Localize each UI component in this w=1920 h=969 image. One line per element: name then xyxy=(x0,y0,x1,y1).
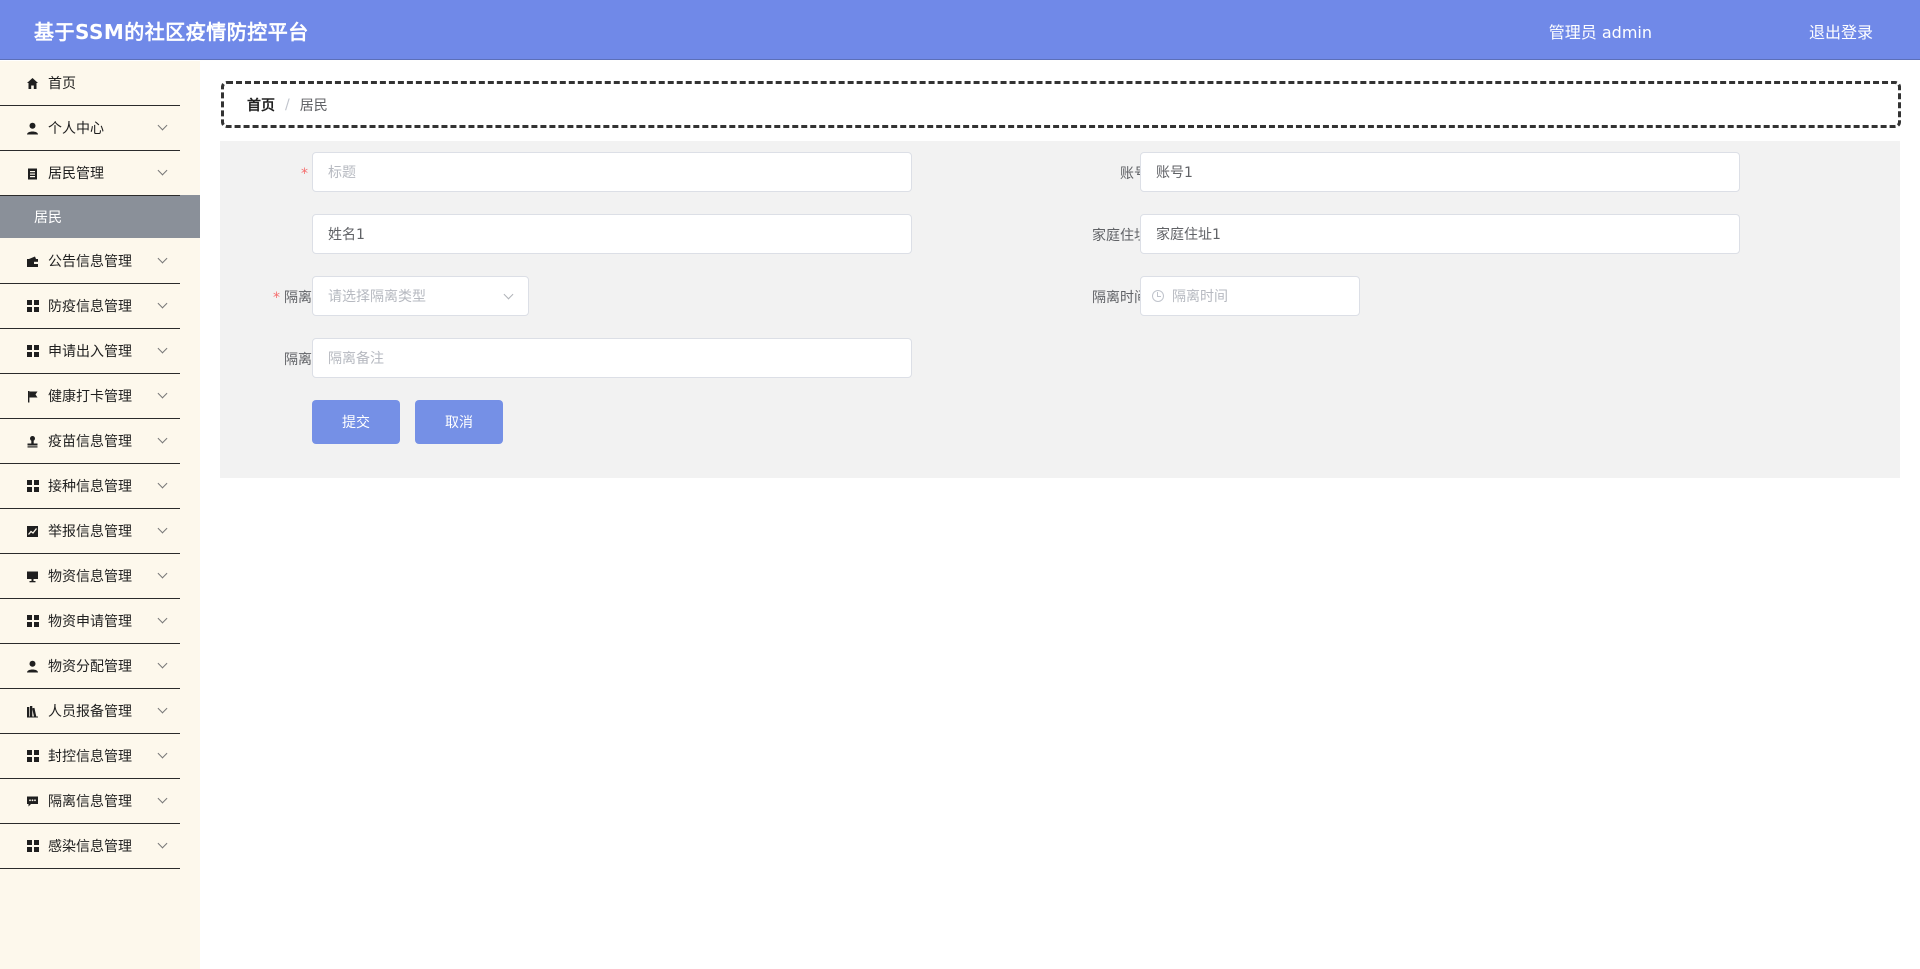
sidebar-item-label: 个人中心 xyxy=(48,121,104,137)
chevron-down-icon xyxy=(157,658,168,669)
sidebar-item-personnel-report[interactable]: 人员报备管理 xyxy=(0,689,180,734)
sidebar-item-lockdown-info[interactable]: 封控信息管理 xyxy=(0,734,180,779)
chevron-down-icon xyxy=(157,478,168,489)
sidebar-item-infection-info[interactable]: 感染信息管理 xyxy=(0,824,180,869)
stamp-icon xyxy=(26,435,39,448)
chevron-down-icon xyxy=(157,165,168,176)
sidebar-item-label: 封控信息管理 xyxy=(48,749,132,765)
sidebar-item-report-management[interactable]: 举报信息管理 xyxy=(0,509,180,554)
chevron-down-icon xyxy=(157,523,168,534)
address-input[interactable]: 家庭住址1 xyxy=(1140,214,1740,254)
chevron-down-icon xyxy=(157,568,168,579)
required-mark: * xyxy=(301,166,308,182)
sidebar-item-label: 物资信息管理 xyxy=(48,569,132,585)
home-icon xyxy=(26,77,39,90)
chevron-down-icon xyxy=(157,343,168,354)
sidebar-item-home[interactable]: 首页 xyxy=(0,61,180,106)
chevron-down-icon xyxy=(157,120,168,131)
clock-icon xyxy=(1152,290,1164,302)
chevron-down-icon xyxy=(157,613,168,624)
sidebar-item-label: 人员报备管理 xyxy=(48,704,132,720)
sidebar-item-supplies-application[interactable]: 物资申请管理 xyxy=(0,599,180,644)
breadcrumb-home[interactable]: 首页 xyxy=(247,95,275,115)
app-title: 基于SSM的社区疫情防控平台 xyxy=(34,20,309,44)
flag-icon xyxy=(26,390,39,403)
sidebar-item-label: 物资申请管理 xyxy=(48,614,132,630)
sidebar-item-prevention-management[interactable]: 防疫信息管理 xyxy=(0,284,180,329)
sidebar-item-label: 隔离信息管理 xyxy=(48,794,132,810)
sidebar-item-label: 首页 xyxy=(48,76,76,92)
wallet-icon xyxy=(26,255,39,268)
account-label: 账号 xyxy=(1120,166,1148,182)
chevron-down-icon xyxy=(157,298,168,309)
grid-icon xyxy=(26,300,39,313)
chevron-down-icon xyxy=(157,838,168,849)
address-label: 家庭住址 xyxy=(1092,228,1148,244)
grid-icon xyxy=(26,480,39,493)
quarantine-time-picker[interactable]: 隔离时间 xyxy=(1140,276,1360,316)
chevron-down-icon xyxy=(157,703,168,714)
top-bar: 基于SSM的社区疫情防控平台 管理员 admin 退出登录 xyxy=(0,0,1920,60)
sidebar-item-label: 举报信息管理 xyxy=(48,524,132,540)
breadcrumb-separator: / xyxy=(285,96,290,113)
cancel-button[interactable]: 取消 xyxy=(415,400,503,444)
sidebar-item-supplies-info[interactable]: 物资信息管理 xyxy=(0,554,180,599)
sidebar-subitem-label: 居民 xyxy=(34,209,62,226)
submit-button[interactable]: 提交 xyxy=(312,400,400,444)
name-input[interactable]: 姓名1 xyxy=(312,214,912,254)
required-mark: * xyxy=(273,290,280,306)
title-input[interactable]: 标题 xyxy=(312,152,912,192)
account-input[interactable]: 账号1 xyxy=(1140,152,1740,192)
sidebar-item-notice-management[interactable]: 公告信息管理 xyxy=(0,239,180,284)
current-user: 管理员 admin xyxy=(1548,23,1652,42)
quarantine-type-select[interactable]: 请选择隔离类型 xyxy=(312,276,529,316)
select-placeholder: 请选择隔离类型 xyxy=(328,289,426,305)
clipboard-icon xyxy=(26,167,39,180)
sidebar-item-label: 申请出入管理 xyxy=(48,344,132,360)
sidebar-item-vaccine-management[interactable]: 疫苗信息管理 xyxy=(0,419,180,464)
sidebar-subitem-resident[interactable]: 居民 xyxy=(0,195,200,238)
sidebar-item-access-application[interactable]: 申请出入管理 xyxy=(0,329,180,374)
books-icon xyxy=(26,705,39,718)
sidebar-item-health-checkin[interactable]: 健康打卡管理 xyxy=(0,374,180,419)
chevron-down-icon xyxy=(157,388,168,399)
sidebar-item-label: 防疫信息管理 xyxy=(48,299,132,315)
sidebar: 首页 个人中心 居民管理 居民 公告信息管理 防疫信息管理 申请出入管理 健康打… xyxy=(0,61,200,969)
chevron-down-icon xyxy=(157,433,168,444)
chevron-down-icon xyxy=(157,793,168,804)
user-icon xyxy=(26,122,39,135)
sidebar-item-supplies-allocation[interactable]: 物资分配管理 xyxy=(0,644,180,689)
breadcrumb: 首页 / 居民 xyxy=(221,81,1901,128)
sidebar-item-label: 物资分配管理 xyxy=(48,659,132,675)
sidebar-item-vaccination-management[interactable]: 接种信息管理 xyxy=(0,464,180,509)
chart-icon xyxy=(26,525,39,538)
chevron-down-icon xyxy=(157,748,168,759)
grid-icon xyxy=(26,750,39,763)
chevron-down-icon xyxy=(503,289,514,300)
sidebar-item-label: 接种信息管理 xyxy=(48,479,132,495)
sidebar-item-resident-management[interactable]: 居民管理 xyxy=(0,151,180,196)
logout-button[interactable]: 退出登录 xyxy=(1809,19,1873,43)
grid-icon xyxy=(26,840,39,853)
grid-icon xyxy=(26,345,39,358)
sidebar-item-personal-center[interactable]: 个人中心 xyxy=(0,106,180,151)
sidebar-item-label: 健康打卡管理 xyxy=(48,389,132,405)
sidebar-item-label: 公告信息管理 xyxy=(48,254,132,270)
person-icon xyxy=(26,660,39,673)
quarantine-time-label: 隔离时间 xyxy=(1092,290,1148,306)
resident-form: *标题 标题 账号 账号1 姓名 姓名1 家庭住址 家庭住址1 *隔离类型 请选… xyxy=(220,141,1900,478)
chat-icon xyxy=(26,795,39,808)
sidebar-item-label: 感染信息管理 xyxy=(48,839,132,855)
chevron-down-icon xyxy=(157,253,168,264)
sidebar-item-label: 居民管理 xyxy=(48,166,104,182)
time-placeholder: 隔离时间 xyxy=(1172,289,1228,305)
sidebar-item-label: 疫苗信息管理 xyxy=(48,434,132,450)
quarantine-note-input[interactable]: 隔离备注 xyxy=(312,338,912,378)
monitor-icon xyxy=(26,570,39,583)
grid-icon xyxy=(26,615,39,628)
breadcrumb-current: 居民 xyxy=(299,97,328,114)
sidebar-item-quarantine-info[interactable]: 隔离信息管理 xyxy=(0,779,180,824)
